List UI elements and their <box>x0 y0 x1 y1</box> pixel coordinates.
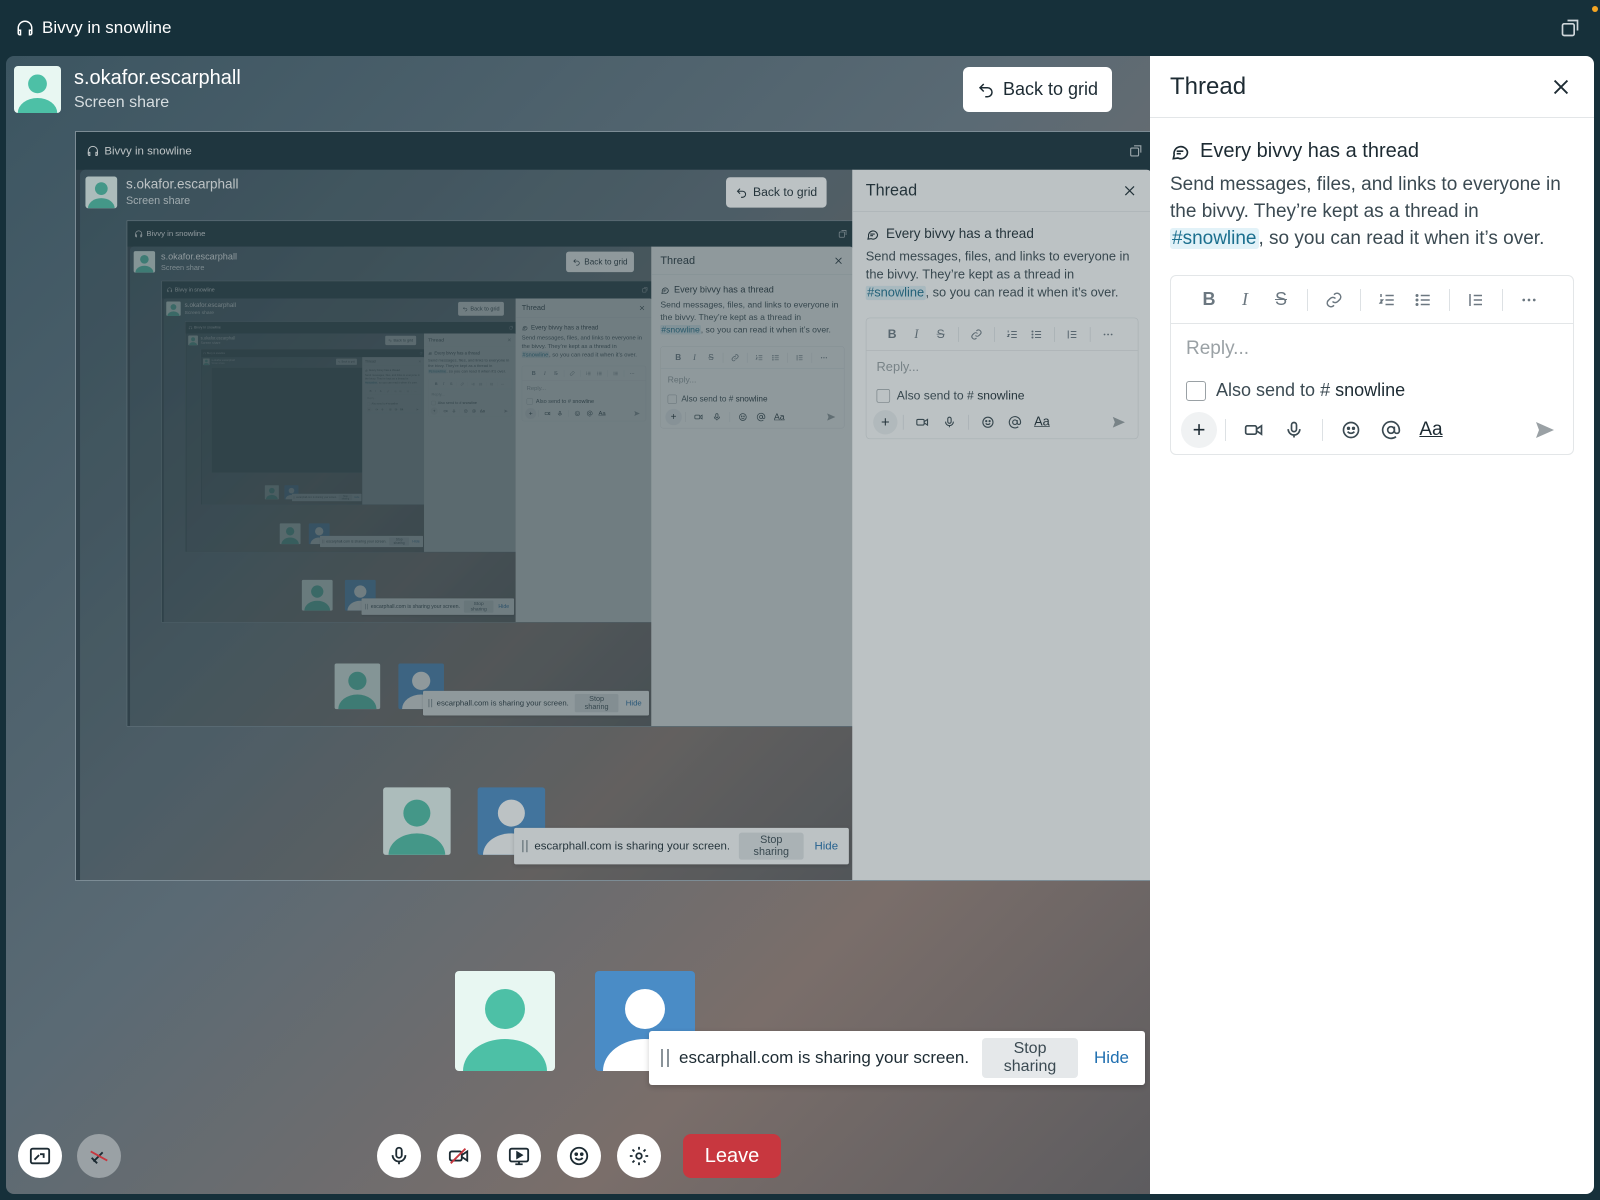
strikethrough-button[interactable]: S <box>1263 286 1299 314</box>
layout-button[interactable] <box>18 1134 62 1178</box>
annotate-button[interactable] <box>77 1134 121 1178</box>
also-send-option: Also send to # snowline <box>1186 380 1405 401</box>
presenter-avatar <box>14 66 61 113</box>
app-root: Bivvy in snowline s.okafor.escarphall Sc… <box>185 321 517 552</box>
app-root: Bivvy in snowline s.okafor.escarphall Sc… <box>127 221 854 727</box>
italic-button[interactable]: I <box>1227 286 1263 314</box>
format-toolbar: B I S <box>1171 276 1573 324</box>
also-send-channel: snowline <box>1335 380 1406 400</box>
sharing-banner: escarphall.com is sharing your screen. S… <box>649 1031 1145 1085</box>
toolbar-divider <box>1360 288 1361 311</box>
screen-share-stage: s.okafor.escarphall Screen share Back to… <box>6 56 1152 1194</box>
reply-input[interactable] <box>1186 338 1546 360</box>
app-root: Bivvy in snowline s.okafor.escarphall Sc… <box>201 349 425 505</box>
toolbar-divider <box>1307 288 1308 311</box>
toolbar-divider <box>1225 419 1226 441</box>
back-to-grid-label: Back to grid <box>1002 79 1098 99</box>
participant-tile-self[interactable] <box>455 971 555 1071</box>
app-root: Bivvy in snowline s.okafor.escarphall Sc… <box>76 132 1152 880</box>
blockquote-button[interactable] <box>1458 286 1494 314</box>
intro-text-start: Send messages, files, and links to every… <box>1170 174 1561 222</box>
toolbar-divider <box>1449 288 1450 311</box>
title-bar: Bivvy in snowline <box>0 0 1600 56</box>
chat-bubble-icon <box>1172 145 1189 160</box>
intro-text-end: , so you can read it when it’s over. <box>1258 228 1545 249</box>
mic-button[interactable] <box>377 1134 421 1178</box>
bullet-list-button[interactable] <box>1405 286 1441 314</box>
settings-button[interactable] <box>617 1134 661 1178</box>
notification-dot <box>1592 6 1598 12</box>
voice-clip-button[interactable] <box>1274 412 1314 448</box>
also-send-prefix: Also send to # <box>1216 380 1331 400</box>
popout-icon[interactable] <box>1560 18 1580 38</box>
drag-handle-icon[interactable] <box>661 1049 669 1067</box>
bold-button[interactable]: B <box>1191 286 1227 314</box>
attach-button[interactable]: + <box>1181 412 1217 448</box>
video-icon <box>1244 424 1263 436</box>
more-icon <box>1522 298 1536 301</box>
person-icon <box>463 989 547 1071</box>
thread-panel: Thread Every bivvy has a thread Send mes… <box>1150 56 1594 1194</box>
reply-editor: B I S Also send to # snowline + <box>1170 275 1574 455</box>
video-clip-button[interactable] <box>1234 412 1274 448</box>
presenter-name: s.okafor.escarphall <box>74 67 241 89</box>
bullet-list-icon <box>1415 293 1430 306</box>
at-icon <box>1381 420 1401 440</box>
sharing-message: escarphall.com is sharing your screen. <box>679 1048 970 1067</box>
settings-icon <box>629 1146 649 1166</box>
link-icon <box>1326 292 1342 307</box>
camera-off-icon <box>448 1148 469 1164</box>
shared-screen: Bivvy in snowline s.okafor.escarphall Sc… <box>75 131 1152 881</box>
layout-icon <box>29 1147 51 1165</box>
thread-title: Thread <box>1170 72 1247 100</box>
mic-icon <box>1287 421 1301 438</box>
text-style-button[interactable]: Aa <box>1411 412 1451 448</box>
also-send-label: Also send to # snowline <box>1216 380 1405 401</box>
back-to-grid-button[interactable]: Back to grid <box>962 67 1112 112</box>
intro-heading: Every bivvy has a thread <box>1200 140 1419 162</box>
reactions-button[interactable] <box>557 1134 601 1178</box>
toolbar-divider <box>1502 288 1503 311</box>
pen-off-icon <box>90 1150 108 1164</box>
camera-button[interactable] <box>437 1134 481 1178</box>
numbered-list-button[interactable] <box>1369 286 1405 314</box>
toolbar-divider <box>1322 419 1323 441</box>
more-options-button[interactable] <box>1511 286 1547 314</box>
presenter-info: s.okafor.escarphall Screen share <box>14 66 241 113</box>
presenter-subtitle: Screen share <box>74 94 170 111</box>
share-screen-icon <box>508 1147 530 1166</box>
also-send-checkbox[interactable] <box>1186 380 1206 401</box>
undo-arrow-icon <box>978 82 993 97</box>
thread-intro: Every bivvy has a thread Send messages, … <box>1150 118 1594 252</box>
stop-sharing-button[interactable]: Stop sharing <box>982 1038 1079 1078</box>
headphones-icon <box>17 20 33 36</box>
channel-link[interactable]: #snowline <box>1170 228 1259 249</box>
quote-icon <box>1469 293 1482 306</box>
send-icon[interactable] <box>1533 418 1557 442</box>
app-root: Bivvy in snowline s.okafor.escarphall Sc… <box>161 281 653 623</box>
composer-actions: + Aa <box>1181 412 1563 448</box>
emoji-button[interactable] <box>1331 412 1371 448</box>
window-title: Bivvy in snowline <box>42 18 172 37</box>
share-screen-button[interactable] <box>497 1134 541 1178</box>
link-button[interactable] <box>1316 286 1352 314</box>
person-icon <box>17 74 58 113</box>
emoji-icon <box>569 1146 589 1166</box>
leave-button[interactable]: Leave <box>683 1134 781 1178</box>
numbered-list-icon <box>1378 293 1394 305</box>
mic-icon <box>391 1146 407 1165</box>
mention-button[interactable] <box>1371 412 1411 448</box>
emoji-icon <box>1342 421 1360 439</box>
close-icon[interactable] <box>1550 76 1572 98</box>
intro-text: Send messages, files, and links to every… <box>1170 171 1574 252</box>
hide-banner-link[interactable]: Hide <box>1094 1048 1129 1068</box>
